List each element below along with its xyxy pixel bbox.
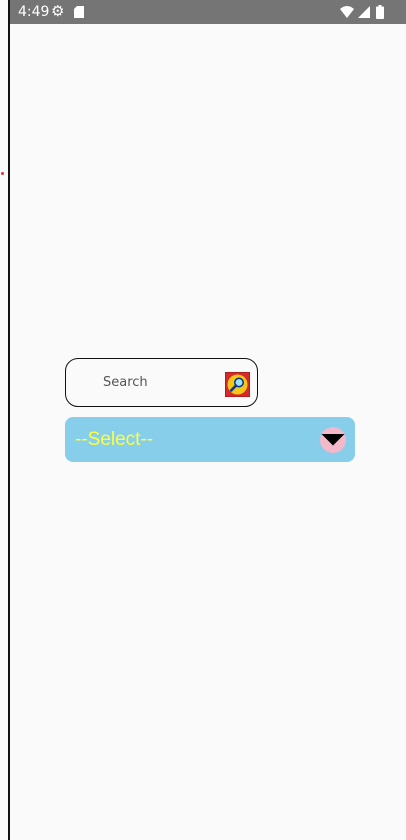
battery-icon bbox=[376, 5, 384, 19]
window-left-edge bbox=[0, 0, 10, 840]
dropdown-arrow-icon[interactable] bbox=[320, 427, 346, 453]
magnifier-icon bbox=[227, 374, 248, 395]
sd-card-icon bbox=[74, 6, 84, 18]
settings-gear-icon: ⚙ bbox=[51, 3, 65, 20]
cell-signal-icon bbox=[358, 6, 370, 18]
status-time: 4:49 bbox=[18, 4, 50, 20]
edge-marker-dot bbox=[1, 172, 4, 175]
category-select[interactable]: --Select-- bbox=[65, 417, 355, 462]
app-screen: 4:49 ⚙ --Select-- bbox=[0, 0, 406, 840]
search-button[interactable] bbox=[225, 372, 250, 397]
chevron-down-icon bbox=[321, 434, 345, 446]
search-box bbox=[65, 358, 258, 407]
status-bar: 4:49 ⚙ bbox=[10, 0, 406, 24]
wifi-icon bbox=[340, 6, 354, 18]
search-input[interactable] bbox=[78, 367, 218, 397]
select-value: --Select-- bbox=[75, 429, 154, 450]
